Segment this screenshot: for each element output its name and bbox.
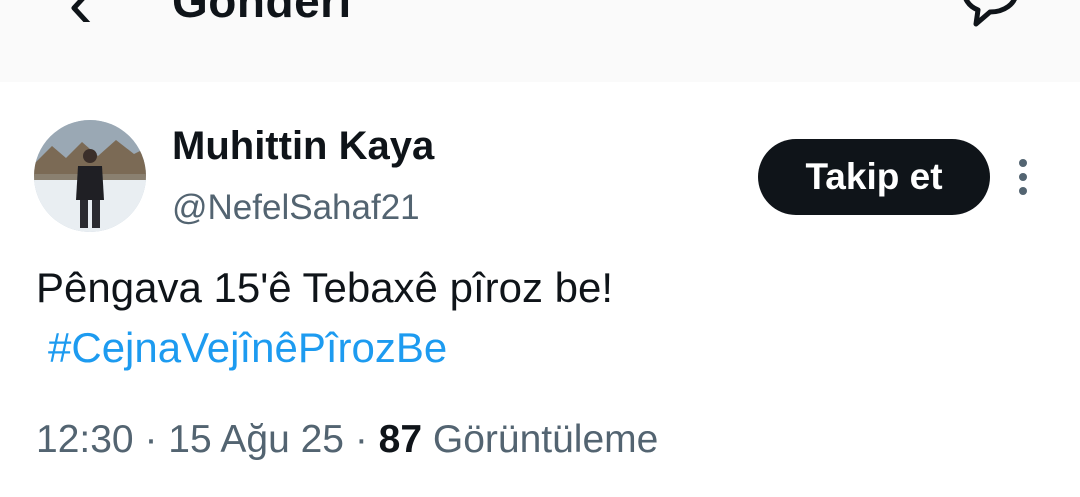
views-label[interactable]: Görüntüleme [433,418,658,461]
avatar-photo [34,120,146,232]
tweet-text: Pêngava 15'ê Tebaxê pîroz be! [36,264,614,311]
arrow-left-icon [71,0,99,35]
reply-icon [963,0,1017,27]
author-name[interactable]: Muhittin Kaya [172,124,434,169]
author-handle[interactable]: @NefelSahaf21 [172,188,420,228]
page-title: Gönderi [172,0,352,27]
hashtag-link[interactable]: #CejnaVejînêPîrozBe [48,324,447,372]
tweet-date[interactable]: 15 Ağu 25 [168,418,344,461]
avatar[interactable] [34,120,146,232]
more-options-button[interactable] [1008,157,1038,197]
back-button[interactable] [62,0,112,35]
top-bar: Gönderi [0,0,1080,82]
reply-button[interactable] [952,0,1022,30]
follow-button[interactable]: Takip et [758,139,990,215]
tweet-meta: 12:30 · 15 Ağu 25 · 87 Görüntüleme [36,418,658,462]
tweet-time[interactable]: 12:30 [36,418,134,461]
meta-separator: · [144,418,158,461]
meta-separator: · [354,418,368,461]
more-vertical-icon [1019,159,1027,195]
views-count[interactable]: 87 [379,418,422,461]
